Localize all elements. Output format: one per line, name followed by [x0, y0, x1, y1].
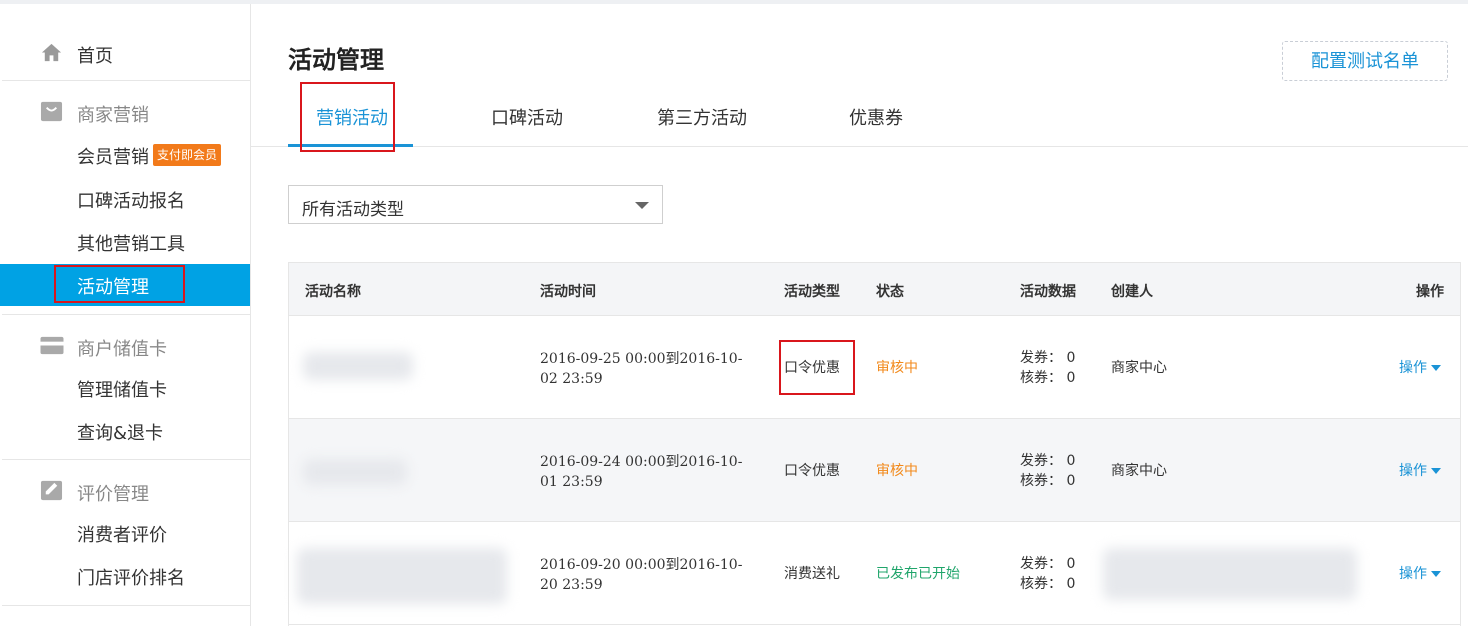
- column-header: 活动类型: [784, 284, 840, 300]
- activity-table: 活动名称 活动时间 活动类型 状态 活动数据 创建人 操作 2016-09-25…: [288, 262, 1461, 626]
- table-header: 活动名称 活动时间 活动类型 状态 活动数据 创建人 操作: [289, 262, 1460, 316]
- chevron-down-icon: [635, 202, 649, 209]
- select-value: 所有活动类型: [302, 200, 404, 220]
- creator: 商家中心: [1111, 360, 1167, 376]
- marketing-icon: [40, 101, 63, 122]
- redeemed-count: 核券： 0: [1020, 576, 1076, 592]
- activity-type: 口令优惠: [784, 360, 840, 376]
- status-badge: 审核中: [876, 463, 918, 479]
- table-row: 2016-09-20 00:00到2016-10-20 23:59 消费送礼 已…: [289, 522, 1460, 625]
- tab-bar: 营销活动 口碑活动 第三方活动 优惠券: [251, 92, 1468, 147]
- sidebar-section-reviews[interactable]: 评价管理: [0, 471, 250, 511]
- caret-down-icon: [1431, 468, 1441, 474]
- redacted-activity-name: [303, 459, 407, 485]
- sidebar: 首页 商家营销 会员营销 支付即会员 口碑活动报名 其他营销工具 活动管理 商户…: [0, 4, 251, 626]
- sidebar-divider: [2, 605, 250, 606]
- column-header: 操作: [1416, 284, 1444, 300]
- caret-down-icon: [1431, 571, 1441, 577]
- sidebar-section-marketing[interactable]: 商家营销: [0, 92, 250, 132]
- sidebar-item-manage-card[interactable]: 管理储值卡: [0, 367, 250, 409]
- activity-type: 口令优惠: [784, 463, 840, 479]
- sidebar-section-title: 商家营销: [77, 105, 149, 126]
- table-row: 2016-09-24 00:00到2016-10-01 23:59 口令优惠 审…: [289, 419, 1460, 522]
- redeemed-count: 核券： 0: [1020, 370, 1076, 386]
- sidebar-item-label: 查询&退卡: [77, 423, 164, 444]
- sidebar-section-title: 评价管理: [77, 484, 149, 505]
- config-test-list-button[interactable]: 配置测试名单: [1282, 41, 1448, 81]
- sidebar-divider: [2, 80, 250, 81]
- issued-count: 发券： 0: [1020, 556, 1076, 572]
- table-row: 2016-09-25 00:00到2016-10-02 23:59 口令优惠 审…: [289, 316, 1460, 419]
- activity-time: 2016-09-25 00:00到2016-10-02 23:59: [540, 351, 743, 387]
- issued-count: 发券： 0: [1020, 350, 1076, 366]
- activity-stats: 发券： 0 核券： 0: [1020, 451, 1075, 491]
- sidebar-divider: [2, 459, 250, 460]
- tab-third-party[interactable]: 第三方活动: [657, 104, 747, 130]
- column-header: 状态: [876, 284, 904, 300]
- row-action-menu[interactable]: 操作: [1399, 564, 1441, 584]
- sidebar-item-consumer-reviews[interactable]: 消费者评价: [0, 512, 250, 554]
- sidebar-item-member-marketing[interactable]: 会员营销 支付即会员: [0, 134, 250, 176]
- redacted-activity-name: [303, 352, 413, 380]
- sidebar-home-label: 首页: [77, 46, 113, 67]
- sidebar-item-koubei-signup[interactable]: 口碑活动报名: [0, 178, 250, 220]
- card-icon: [40, 336, 64, 355]
- status-badge: 已发布已开始: [876, 566, 960, 582]
- active-tab-indicator: [288, 144, 413, 147]
- tab-coupon[interactable]: 优惠券: [849, 104, 903, 130]
- creator: 商家中心: [1111, 463, 1167, 479]
- column-header: 活动名称: [305, 284, 361, 300]
- status-badge: 审核中: [876, 360, 918, 376]
- activity-type-select[interactable]: 所有活动类型: [288, 185, 663, 224]
- sidebar-divider: [2, 314, 250, 315]
- action-label: 操作: [1399, 566, 1427, 582]
- tab-koubei[interactable]: 口碑活动: [491, 104, 563, 130]
- sidebar-item-label: 消费者评价: [77, 525, 167, 546]
- review-icon: [40, 480, 63, 501]
- sidebar-item-store-ranking[interactable]: 门店评价排名: [0, 555, 250, 597]
- sidebar-item-label: 门店评价排名: [77, 568, 185, 589]
- activity-stats: 发券： 0 核券： 0: [1020, 348, 1075, 388]
- sidebar-item-activity-management[interactable]: 活动管理: [0, 264, 250, 306]
- pay-member-badge: 支付即会员: [153, 144, 222, 166]
- caret-down-icon: [1431, 365, 1441, 371]
- issued-count: 发券： 0: [1020, 453, 1076, 469]
- sidebar-item-label: 管理储值卡: [77, 380, 167, 401]
- sidebar-item-home[interactable]: 首页: [0, 28, 250, 80]
- sidebar-section-title: 商户储值卡: [77, 339, 167, 360]
- action-label: 操作: [1399, 463, 1427, 479]
- sidebar-item-label: 口碑活动报名: [77, 191, 185, 212]
- activity-stats: 发券： 0 核券： 0: [1020, 554, 1075, 594]
- redeemed-count: 核券： 0: [1020, 473, 1076, 489]
- activity-time: 2016-09-24 00:00到2016-10-01 23:59: [540, 454, 743, 490]
- activity-time: 2016-09-20 00:00到2016-10-20 23:59: [540, 557, 743, 593]
- column-header: 活动数据: [1020, 284, 1076, 300]
- sidebar-section-stored-card[interactable]: 商户储值卡: [0, 326, 250, 366]
- home-icon: [41, 43, 62, 62]
- redacted-activity-name: [297, 548, 507, 604]
- redacted-creator: [1103, 548, 1357, 600]
- row-action-menu[interactable]: 操作: [1399, 461, 1441, 481]
- activity-type: 消费送礼: [784, 566, 840, 582]
- page-title: 活动管理: [288, 46, 384, 74]
- sidebar-item-label: 活动管理: [77, 277, 149, 298]
- sidebar-item-query-refund[interactable]: 查询&退卡: [0, 410, 250, 452]
- sidebar-item-label: 其他营销工具: [77, 234, 185, 255]
- row-action-menu[interactable]: 操作: [1399, 358, 1441, 378]
- action-label: 操作: [1399, 360, 1427, 376]
- column-header: 创建人: [1111, 284, 1153, 300]
- column-header: 活动时间: [540, 284, 596, 300]
- tab-marketing[interactable]: 营销活动: [316, 104, 388, 130]
- sidebar-item-other-tools[interactable]: 其他营销工具: [0, 221, 250, 263]
- sidebar-item-label: 会员营销: [77, 147, 149, 168]
